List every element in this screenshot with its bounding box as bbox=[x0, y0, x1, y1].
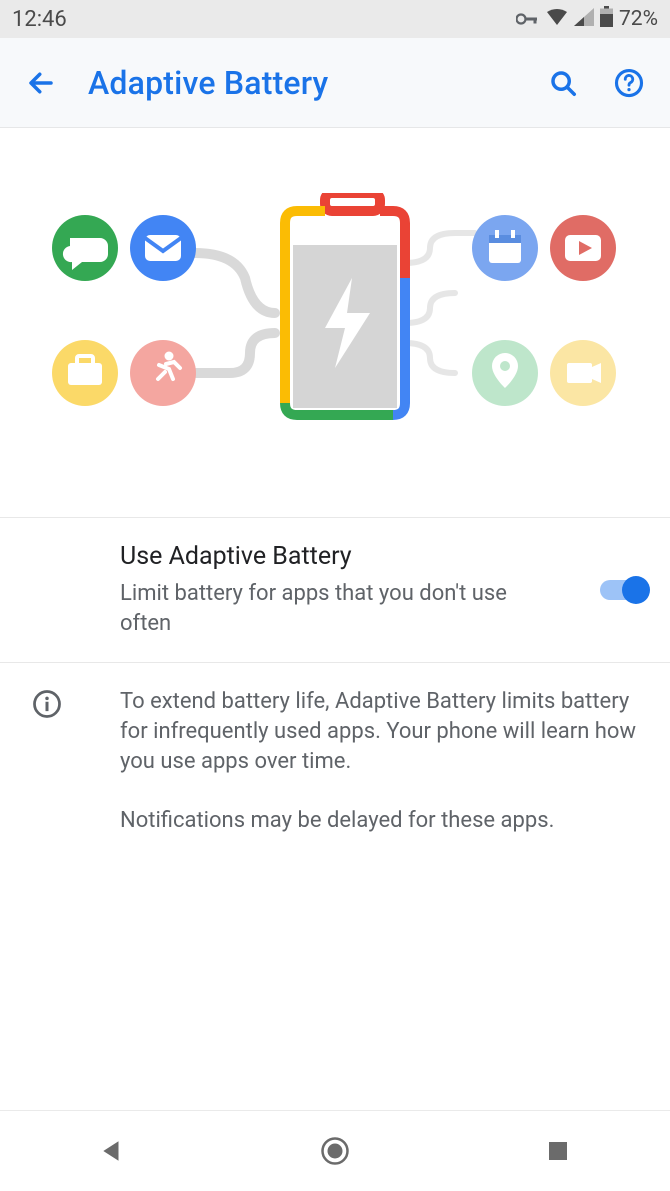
status-battery-percent: 72% bbox=[619, 7, 658, 31]
adaptive-battery-toggle[interactable] bbox=[600, 580, 646, 600]
calendar-icon bbox=[472, 215, 538, 281]
chat-icon bbox=[52, 215, 118, 281]
location-icon bbox=[472, 340, 538, 406]
app-bar: Adaptive Battery bbox=[0, 38, 670, 128]
search-button[interactable] bbox=[544, 64, 582, 102]
status-bar: 12:46 72% bbox=[0, 0, 670, 38]
use-adaptive-battery-row[interactable]: Use Adaptive Battery Limit battery for a… bbox=[0, 518, 670, 663]
setting-subtitle: Limit battery for apps that you don't us… bbox=[120, 579, 550, 638]
nav-home-button[interactable] bbox=[310, 1126, 360, 1176]
help-button[interactable] bbox=[610, 64, 648, 102]
info-paragraph-1: To extend battery life, Adaptive Battery… bbox=[120, 687, 646, 776]
status-clock: 12:46 bbox=[12, 7, 67, 32]
info-section: To extend battery life, Adaptive Battery… bbox=[0, 663, 670, 859]
back-button[interactable] bbox=[22, 64, 60, 102]
setting-title: Use Adaptive Battery bbox=[120, 542, 646, 571]
wifi-icon bbox=[546, 7, 568, 32]
status-icons: 72% bbox=[516, 6, 658, 33]
system-navbar bbox=[0, 1111, 670, 1191]
battery-icon bbox=[600, 6, 613, 33]
cell-signal-icon bbox=[574, 7, 594, 32]
page-title: Adaptive Battery bbox=[88, 64, 516, 102]
nav-back-button[interactable] bbox=[87, 1126, 137, 1176]
info-icon bbox=[32, 689, 62, 728]
camera-icon bbox=[550, 340, 616, 406]
briefcase-icon bbox=[52, 340, 118, 406]
hero-illustration bbox=[0, 128, 670, 518]
battery-bolt-icon bbox=[285, 193, 405, 415]
video-icon bbox=[550, 215, 616, 281]
info-paragraph-2: Notifications may be delayed for these a… bbox=[120, 806, 646, 836]
run-icon bbox=[130, 340, 196, 406]
mail-icon bbox=[130, 215, 196, 281]
vpn-key-icon bbox=[516, 7, 540, 32]
nav-recents-button[interactable] bbox=[533, 1126, 583, 1176]
